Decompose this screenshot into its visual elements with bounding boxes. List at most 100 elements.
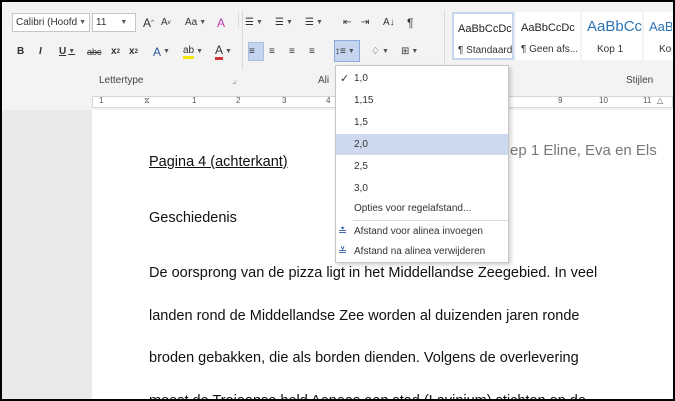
grow-font-icon: A — [143, 15, 152, 30]
borders-icon: ⊞ — [401, 46, 410, 57]
menu-item-spacing[interactable]: ✓ 1,0 — [336, 68, 508, 89]
style-standaard[interactable]: AaBbCcDc ¶ Standaard — [452, 12, 514, 60]
bullets-icon: ☰ — [245, 17, 254, 28]
shrink-font-button[interactable]: Av — [160, 13, 176, 32]
font-color-button[interactable]: A ▼ — [214, 42, 240, 61]
menu-item-label: 1,15 — [354, 95, 374, 106]
menu-item-label: Opties voor regelafstand... — [354, 203, 472, 214]
ruler-number: 10 — [599, 96, 608, 105]
align-right-button[interactable]: ≡ — [288, 42, 304, 61]
paint-bucket-icon: ♢ — [371, 46, 380, 57]
font-name-combobox[interactable]: Calibri (Hoofd ▼ — [12, 13, 90, 32]
checkmark-icon: ✓ — [340, 73, 350, 85]
borders-button[interactable]: ⊞ ▼ — [400, 42, 426, 61]
style-geen-afstand[interactable]: AaBbCcDc ¶ Geen afs... — [516, 12, 580, 60]
ruler-number: 9 — [558, 96, 563, 105]
bold-button[interactable]: B — [16, 42, 30, 61]
pilcrow-icon: ¶ — [407, 15, 414, 30]
body-line: landen rond de Middellandse Zee worden a… — [149, 308, 580, 324]
style-preview: AaBb — [649, 19, 673, 34]
decrease-indent-button[interactable]: ⇤ — [342, 13, 358, 32]
style-preview: AaBbCcDc — [521, 22, 575, 34]
text-effects-button[interactable]: A ▼ — [152, 42, 178, 61]
body-line: De oorsprong van de pizza ligt in het Mi… — [149, 265, 598, 281]
group-label-font: Lettertype — [99, 75, 144, 86]
menu-item-label: 1,5 — [354, 117, 368, 128]
font-name-value: Calibri (Hoofd — [16, 17, 78, 28]
subscript-button[interactable]: x2 — [110, 42, 126, 61]
body-line: broden gebakken, die als borden dienden.… — [149, 350, 579, 366]
justify-button[interactable]: ≡ — [308, 42, 324, 61]
decrease-indent-icon: ⇤ — [343, 17, 352, 28]
numbering-icon: ☰ — [275, 17, 284, 28]
separator — [444, 10, 445, 70]
align-center-icon: ≡ — [269, 46, 275, 57]
style-preview: AaBbCcDc — [458, 23, 512, 35]
line-spacing-button[interactable]: ↕≡ ▼ — [334, 40, 360, 62]
multilevel-list-icon: ☰ — [305, 17, 314, 28]
ruler-number: 1 — [192, 96, 197, 105]
separator — [242, 10, 243, 70]
chevron-down-icon[interactable]: ▼ — [79, 19, 86, 26]
menu-item-label: 3,0 — [354, 183, 368, 194]
menu-item-label: 2,5 — [354, 161, 368, 172]
strikethrough-icon: abc — [87, 46, 102, 57]
font-color-icon: A — [215, 43, 224, 60]
menu-item-spacing[interactable]: 1,15 — [336, 90, 508, 111]
superscript-button[interactable]: x2 — [128, 42, 144, 61]
chevron-down-icon[interactable]: ▼ — [120, 19, 127, 26]
menu-item-label: 1,0 — [354, 73, 368, 84]
strikethrough-button[interactable]: abc — [86, 42, 108, 61]
underline-icon: U — [59, 46, 67, 57]
multilevel-list-button[interactable]: ☰ ▼ — [304, 13, 330, 32]
space-after-icon: ≚ — [338, 246, 348, 258]
group-label-styles: Stijlen — [626, 75, 654, 86]
bold-icon: B — [17, 46, 25, 57]
shading-button[interactable]: ♢ ▼ — [370, 42, 396, 61]
underline-button[interactable]: U ▼ — [58, 42, 82, 61]
menu-item-spacing[interactable]: 1,5 — [336, 112, 508, 133]
dialog-launcher-icon[interactable]: ⌟ — [232, 75, 236, 86]
menu-item-spacing[interactable]: 2,5 — [336, 156, 508, 177]
menu-item-add-space-before[interactable]: ≛ Afstand voor alinea invoegen — [336, 221, 508, 242]
menu-item-remove-space-after[interactable]: ≚ Afstand na alinea verwijderen — [336, 241, 508, 262]
line-spacing-icon: ↕≡ — [335, 45, 346, 57]
sort-button[interactable]: A↓ — [382, 13, 402, 32]
style-preview: AaBbCc — [587, 18, 643, 35]
sort-icon: A↓ — [383, 17, 395, 28]
italic-button[interactable]: I — [38, 42, 52, 61]
style-name: Kop — [659, 44, 672, 55]
increase-indent-button[interactable]: ⇥ — [360, 13, 376, 32]
align-center-button[interactable]: ≡ — [268, 42, 284, 61]
menu-item-label: Afstand voor alinea invoegen — [354, 226, 483, 237]
font-size-combobox[interactable]: 11 ▼ — [92, 13, 136, 32]
clear-formatting-button[interactable]: A — [216, 13, 234, 32]
style-name: ¶ Standaard — [458, 45, 513, 56]
change-case-button[interactable]: Aa ▼ — [184, 13, 212, 32]
highlight-button[interactable]: ab ▼ — [182, 42, 210, 61]
text-effects-icon: A — [153, 44, 162, 59]
word-window: Calibri (Hoofd ▼ 11 ▼ A ^ Av Aa ▼ A ☰ ▼ ☰ ▼ … — [0, 0, 675, 401]
menu-item-label: 2,0 — [354, 139, 368, 150]
indent-marker-icon[interactable]: △ — [657, 96, 663, 105]
indent-marker-icon[interactable]: ⧖ — [144, 96, 150, 106]
line-spacing-menu: ✓ 1,0 1,15 1,5 2,0 2,5 3,0 Opties voor r… — [335, 65, 509, 263]
font-size-value: 11 — [96, 17, 107, 28]
menu-item-label: Afstand na alinea verwijderen — [354, 246, 486, 257]
bullets-button[interactable]: ☰ ▼ — [244, 13, 270, 32]
menu-item-spacing[interactable]: 2,0 — [336, 134, 508, 155]
menu-item-spacing[interactable]: 3,0 — [336, 178, 508, 199]
align-left-button[interactable]: ≡ — [248, 42, 264, 61]
align-left-icon: ≡ — [249, 46, 255, 57]
style-kop-2[interactable]: AaBb Kop — [644, 12, 673, 60]
ruler-number: 4 — [326, 96, 331, 105]
space-before-icon: ≛ — [338, 226, 348, 238]
ruler-number: 1 — [99, 96, 104, 105]
numbering-button[interactable]: ☰ ▼ — [274, 13, 300, 32]
menu-item-line-spacing-options[interactable]: Opties voor regelafstand... — [336, 198, 508, 219]
increase-indent-icon: ⇥ — [361, 17, 370, 28]
grow-font-button[interactable]: A ^ — [142, 13, 158, 32]
show-marks-button[interactable]: ¶ — [406, 13, 422, 32]
style-kop-1[interactable]: AaBbCc Kop 1 — [582, 12, 642, 60]
separator — [238, 12, 239, 28]
